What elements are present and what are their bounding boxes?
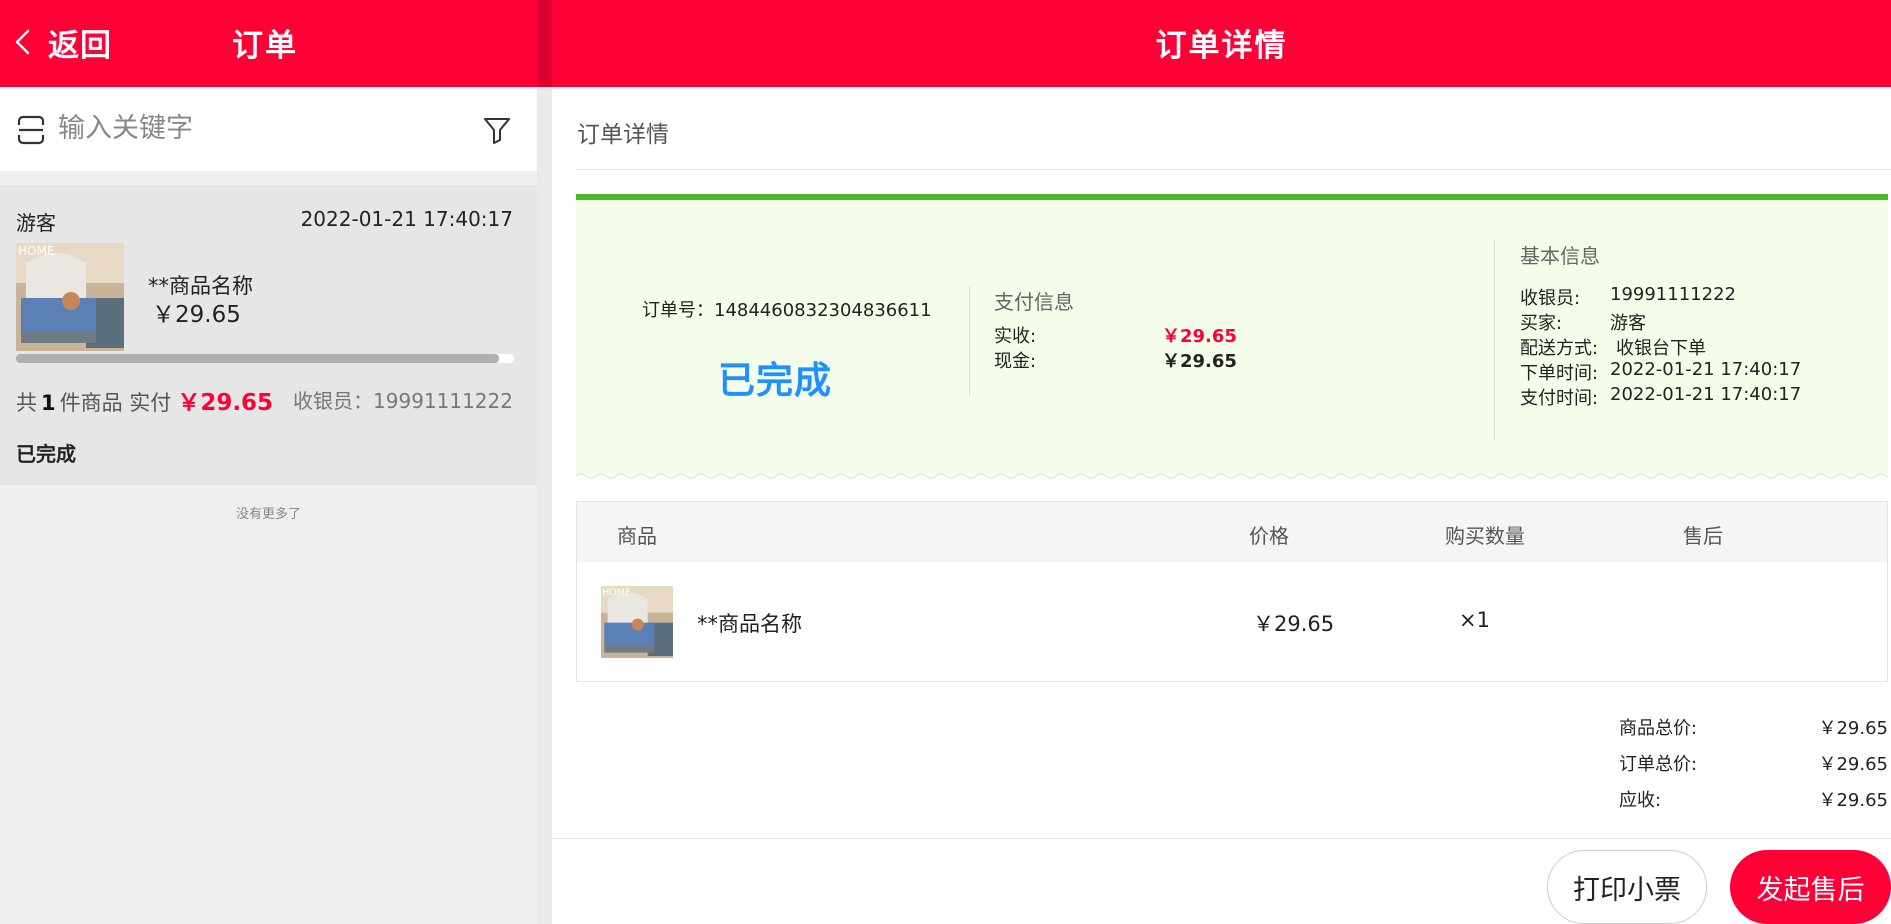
pay-row-cash: 现金: ￥29.65 — [994, 347, 1237, 373]
divider — [1494, 240, 1495, 440]
total-order-value: ￥29.65 — [1818, 754, 1888, 775]
info-row-buyer: 买家: 游客 — [1520, 309, 1646, 335]
order-list-item[interactable]: 游客 2022-01-21 17:40:17 HOME **商品名称 ￥29.6… — [0, 185, 537, 485]
total-goods-label: 商品总价: — [1619, 718, 1698, 739]
section-label: 订单详情 — [577, 122, 669, 148]
col-product: 商品 — [617, 524, 657, 548]
svg-text:HOME: HOME — [18, 244, 54, 258]
right-header: 订单详情 — [552, 0, 1891, 87]
total-order-label: 订单总价: — [1619, 754, 1698, 775]
panel-divider — [537, 0, 552, 924]
pay-label: 现金: — [994, 351, 1037, 372]
back-button[interactable]: 返回 — [12, 20, 112, 64]
info-label: 收银员: — [1520, 288, 1581, 309]
after-sale-button[interactable]: 发起售后 — [1730, 850, 1891, 924]
info-row-delivery: 配送方式: 收银台下单 — [1520, 334, 1706, 360]
table-row: HOME **商品名称 ￥29.65 ×1 — [577, 562, 1887, 682]
divider — [969, 286, 970, 396]
pay-info-title: 支付信息 — [994, 290, 1074, 314]
summary-prefix: 共 — [16, 391, 37, 415]
info-row-cashier: 收银员: 19991111222 — [1520, 284, 1736, 310]
chevron-left-icon — [15, 29, 30, 55]
info-value: 游客 — [1610, 313, 1646, 334]
pay-value: ￥29.65 — [1162, 326, 1237, 347]
order-list-panel: 返回 订单 游客 2022-01-21 17:40:17 — [0, 0, 537, 924]
filter-icon[interactable] — [482, 115, 512, 145]
order-summary: 共 1 件商品 实付 ￥29.65 — [16, 383, 273, 417]
row-product-name: **商品名称 — [697, 612, 802, 636]
item-count: 1 — [41, 391, 56, 415]
product-price: ￥29.65 — [152, 302, 241, 328]
scan-icon[interactable] — [16, 115, 46, 145]
left-header: 返回 订单 — [0, 0, 537, 87]
info-value: 2022-01-21 17:40:17 — [1610, 384, 1802, 405]
table-header: 商品 价格 购买数量 售后 — [577, 502, 1887, 562]
svg-text:HOME: HOME — [602, 587, 630, 598]
product-thumbnail: HOME — [16, 243, 124, 351]
scrollbar-thumb[interactable] — [16, 354, 500, 363]
order-buyer: 游客 — [16, 211, 56, 235]
pay-row-received: 实收: ￥29.65 — [994, 322, 1237, 348]
page-title-left: 订单 — [232, 28, 298, 64]
order-number-label: 订单号： — [642, 300, 714, 321]
paid-amount: ￥29.65 — [177, 390, 274, 416]
product-thumbnail: HOME — [601, 586, 673, 658]
total-goods-value: ￥29.65 — [1818, 718, 1888, 739]
receivable-value: ￥29.65 — [1818, 790, 1888, 811]
info-row-pay-time: 支付时间: 2022-01-21 17:40:17 — [1520, 384, 1801, 410]
search-input[interactable] — [58, 105, 458, 151]
info-label: 支付时间: — [1520, 388, 1599, 409]
product-table: 商品 价格 购买数量 售后 HOME **商品名称 ￥29.65 ×1 — [576, 501, 1888, 682]
col-quantity: 购买数量 — [1445, 524, 1525, 548]
order-status-card: 订单号：1484460832304836611 已完成 支付信息 实收: ￥29… — [576, 194, 1888, 479]
divider — [552, 838, 1891, 839]
page-title: 订单详情 — [1155, 28, 1288, 64]
info-label: 下单时间: — [1520, 363, 1599, 384]
search-bar — [0, 87, 537, 171]
back-label: 返回 — [48, 27, 112, 64]
summary-mid: 件商品 实付 — [59, 391, 172, 415]
divider — [577, 169, 1891, 170]
order-time: 2022-01-21 17:40:17 — [300, 207, 513, 231]
receivable-label: 应收: — [1619, 790, 1662, 811]
info-label: 配送方式: — [1520, 338, 1599, 359]
basic-info-title: 基本信息 — [1520, 244, 1600, 268]
app: 返回 订单 游客 2022-01-21 17:40:17 — [0, 0, 1891, 924]
col-after-sale: 售后 — [1683, 524, 1723, 548]
info-value: 收银台下单 — [1616, 338, 1706, 359]
order-status-large: 已完成 — [718, 359, 832, 402]
print-receipt-button[interactable]: 打印小票 — [1547, 850, 1707, 924]
info-value: 2022-01-21 17:40:17 — [1610, 359, 1802, 380]
order-cashier: 收银员：19991111222 — [293, 389, 513, 413]
wavy-edge — [576, 473, 1888, 479]
row-quantity: ×1 — [1459, 608, 1490, 632]
order-status: 已完成 — [16, 442, 76, 466]
order-number: 订单号：1484460832304836611 — [642, 296, 932, 322]
row-price: ￥29.65 — [1253, 612, 1335, 636]
info-value: 19991111222 — [1610, 284, 1736, 305]
horizontal-scrollbar[interactable] — [16, 354, 514, 363]
pay-value: ￥29.65 — [1162, 351, 1237, 372]
pay-label: 实收: — [994, 326, 1037, 347]
info-label: 买家: — [1520, 313, 1563, 334]
no-more-text: 没有更多了 — [235, 507, 301, 522]
order-detail-panel: 订单详情 订单详情 订单号：1484460832304836611 已完成 支付… — [552, 0, 1891, 924]
order-number-value: 1484460832304836611 — [714, 300, 932, 321]
info-row-order-time: 下单时间: 2022-01-21 17:40:17 — [1520, 359, 1801, 385]
col-price: 价格 — [1249, 524, 1289, 548]
